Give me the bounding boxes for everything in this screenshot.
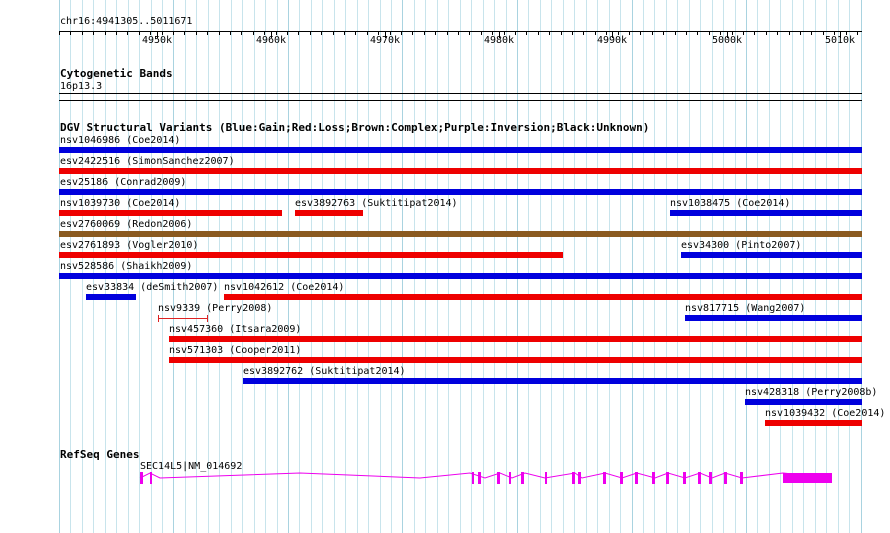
gene-exon (497, 472, 500, 484)
gene-exon (620, 472, 623, 484)
gene-model-sec14l5[interactable] (0, 0, 890, 533)
gene-exon (783, 473, 832, 483)
gene-exon (472, 472, 474, 484)
gene-exon (709, 472, 712, 484)
gene-intron-line (139, 472, 833, 479)
gene-exon (521, 472, 524, 484)
gene-exon (652, 472, 655, 484)
gene-exon (140, 472, 143, 484)
gene-exon (698, 472, 701, 484)
gene-exon (509, 472, 511, 484)
gene-exon (150, 472, 152, 484)
gene-exon (724, 472, 727, 484)
gene-exon (666, 472, 669, 484)
gene-exon (478, 472, 481, 484)
gene-exon (545, 472, 547, 484)
intron-line (139, 472, 833, 479)
gene-exon (740, 472, 743, 484)
gene-exon (683, 472, 686, 484)
gene-exon (578, 472, 581, 484)
gene-exon (603, 472, 606, 484)
gene-exon (635, 472, 638, 484)
genome-browser-track-panel: chr16:4941305..5011671 4950k 4960k 4970k 49… (0, 0, 890, 533)
gene-exon (572, 472, 575, 484)
